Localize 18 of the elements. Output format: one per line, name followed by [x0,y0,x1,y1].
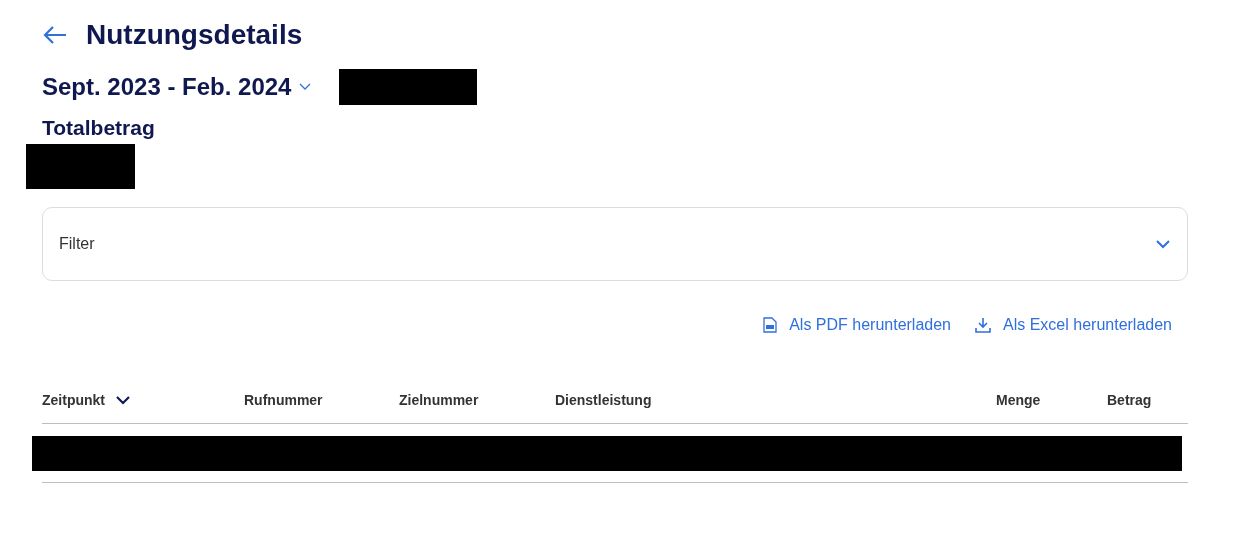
document-icon [763,317,778,333]
page-title: Nutzungsdetails [86,19,303,51]
column-header[interactable]: Betrag [1107,386,1152,414]
download-link[interactable]: Als Excel herunterladen [975,313,1172,337]
column-header[interactable]: Zeitpunkt [42,386,131,414]
column-header[interactable]: Rufnummer [244,386,323,414]
period-dropdown[interactable]: Sept. 2023 - Feb. 2024 [42,73,312,101]
chevron-icon [1155,239,1171,249]
chevron-icon [299,83,312,91]
total-label: Totalbetrag [42,116,156,141]
column-header[interactable]: Menge [996,386,1041,414]
download-link[interactable]: Als PDF herunterladen [763,313,951,337]
column-header[interactable]: Dienstleistung [555,386,652,414]
column-header[interactable]: Zielnummer [399,386,479,414]
sort-icon[interactable] [115,395,131,405]
filter-dropdown[interactable]: Filter [42,207,1188,281]
back-button[interactable] [42,25,68,45]
download-icon [975,317,991,333]
